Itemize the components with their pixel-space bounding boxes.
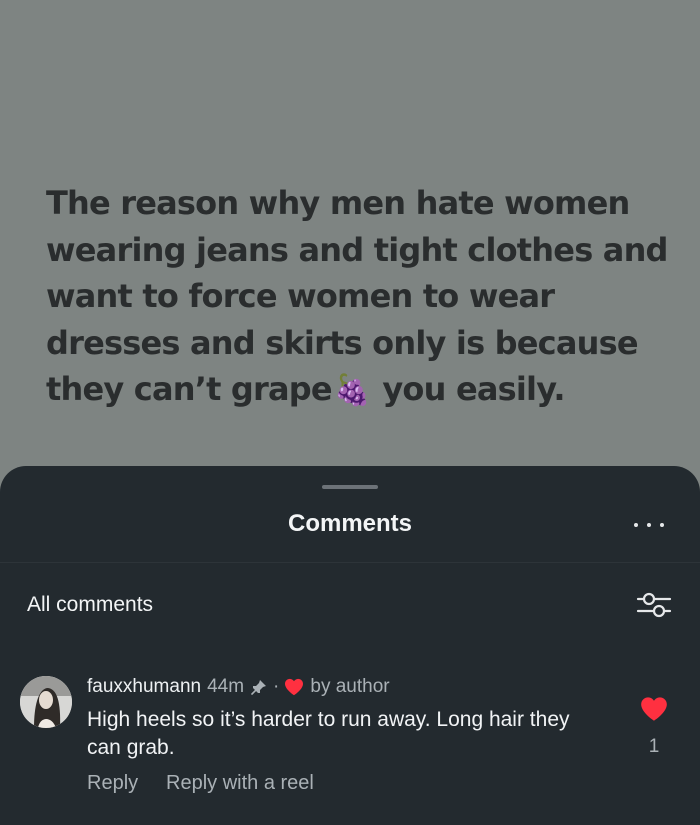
dot xyxy=(647,523,651,527)
author-heart-icon xyxy=(284,678,304,696)
grape-emoji: 🍇 xyxy=(333,373,371,408)
comments-title: Comments xyxy=(287,510,413,537)
comment-meta: fauxxhumann 44m · by author xyxy=(87,676,390,698)
comments-sheet: Comments All comments fauxxhumann 44m · … xyxy=(0,466,700,825)
pin-icon xyxy=(250,678,268,696)
post-line-tail: you easily. xyxy=(382,370,565,408)
like-count: 1 xyxy=(648,736,660,757)
post-text: The reason why men hate women wearing je… xyxy=(46,180,668,415)
post-line: wearing jeans and tight clothes and xyxy=(46,230,668,269)
meta-separator: · xyxy=(273,676,280,697)
dot xyxy=(634,523,638,527)
comment-text: High heels so it’s harder to run away. L… xyxy=(87,708,570,759)
like-heart-icon[interactable] xyxy=(640,696,668,722)
more-options-icon[interactable] xyxy=(634,518,664,532)
post-line-last: they can’t grape🍇 you easily. xyxy=(46,366,666,415)
comment-time: 44m xyxy=(207,676,245,697)
comment-username[interactable]: fauxxhumann xyxy=(87,676,201,698)
sliders-icon[interactable] xyxy=(634,590,674,620)
post-image: The reason why men hate women wearing je… xyxy=(0,0,700,470)
reply-button[interactable]: Reply xyxy=(87,772,138,795)
reply-with-reel-button[interactable]: Reply with a reel xyxy=(166,772,314,795)
divider xyxy=(0,562,700,563)
dot xyxy=(660,523,664,527)
drag-handle[interactable] xyxy=(322,485,378,489)
liked-by-author-label: by author xyxy=(310,676,390,697)
post-line: The reason why men hate women xyxy=(46,184,630,222)
post-line-text: they can’t grape xyxy=(46,370,333,408)
all-comments-filter[interactable]: All comments xyxy=(27,593,153,617)
post-line: want to force women to wear xyxy=(46,277,555,315)
post-line: dresses and skirts only is because xyxy=(46,323,639,362)
comment-item: fauxxhumann 44m · by author High heels s… xyxy=(0,672,700,812)
avatar[interactable] xyxy=(20,676,72,728)
